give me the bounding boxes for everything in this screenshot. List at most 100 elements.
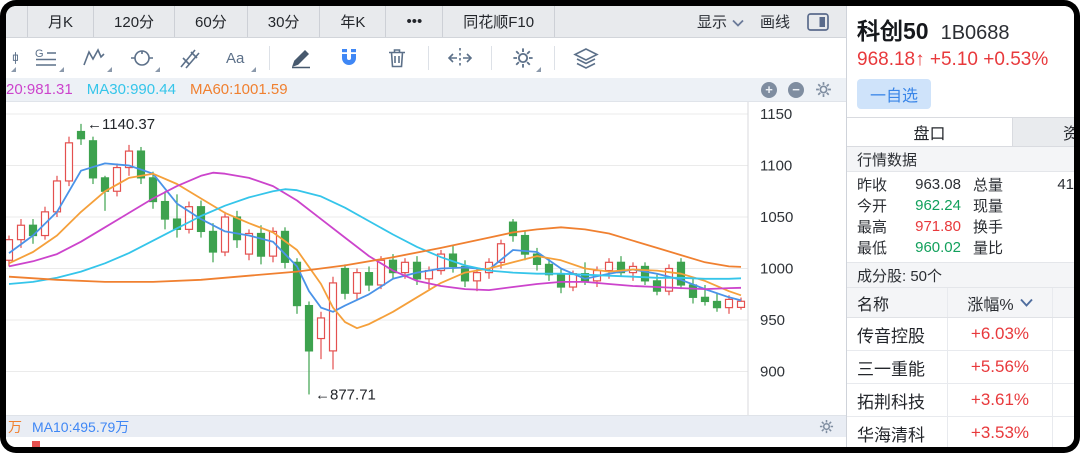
constituent-row[interactable]: 三一重能+5.56% <box>847 351 1074 384</box>
constituent-change: +3.53% <box>947 417 1052 447</box>
candle <box>690 285 697 297</box>
axis-spacing-icon[interactable] <box>439 42 481 74</box>
constituent-change: +3.61% <box>947 384 1052 416</box>
ma-line-ma60 <box>9 227 741 282</box>
chart-settings-gear-icon[interactable] <box>815 81 832 98</box>
constituent-extra-cell <box>1052 417 1074 447</box>
candle <box>294 262 301 305</box>
draw-line-button[interactable]: 画线 <box>760 11 790 32</box>
quote-label: 最高 <box>857 216 899 237</box>
quote-value: 960.02 <box>899 239 961 256</box>
candle <box>330 283 337 351</box>
constituent-change: +5.56% <box>947 351 1052 383</box>
price-annotation: ←1140.37 <box>87 116 155 133</box>
watchlist-remove-button[interactable]: 一自选 <box>857 79 931 109</box>
volume-settings-gear-icon[interactable] <box>819 419 834 434</box>
period-tabbar: 月K120分60分30分年K•••同花顺F10 显示 画线 <box>6 6 846 38</box>
pitchfork-icon[interactable] <box>169 42 211 74</box>
toolbar-divider <box>491 46 492 70</box>
candle <box>66 143 73 181</box>
text-tool-icon[interactable]: Aa <box>217 42 259 74</box>
constituent-row[interactable]: 拓荆科技+3.61% <box>847 384 1074 417</box>
quote-label: 今开 <box>857 195 899 216</box>
candle <box>366 273 373 285</box>
y-axis-tick: 1100 <box>760 158 792 175</box>
quotes-grid: 昨收963.08总量41今开962.24现量最高971.80换手最低960.02… <box>847 172 1074 263</box>
gear-icon[interactable] <box>502 42 544 74</box>
column-header-name[interactable]: 名称 <box>847 291 947 315</box>
constituent-extra-cell <box>1052 318 1074 350</box>
indicator-lines-icon[interactable]: G <box>25 42 67 74</box>
quote-row: 今开962.24现量 <box>847 195 1074 216</box>
zoom-out-button[interactable]: − <box>788 82 804 98</box>
constituent-name: 拓荆科技 <box>847 388 947 413</box>
constituent-name: 三一重能 <box>847 355 947 380</box>
candle-type-icon-partial[interactable] <box>6 42 19 74</box>
drawing-toolbar: G Aa <box>6 38 846 78</box>
column-header-change[interactable]: 涨幅% <box>947 288 1052 317</box>
toolbar-divider <box>428 46 429 70</box>
cycle-circle-icon[interactable] <box>121 42 163 74</box>
svg-text:G: G <box>35 48 44 60</box>
period-tab-30分[interactable]: 30分 <box>248 6 321 37</box>
candlestick-chart[interactable]: 1150110010501000950900←1140.37←877.71 <box>6 102 846 415</box>
constituent-name: 传音控股 <box>847 322 947 347</box>
display-dropdown[interactable]: 显示 <box>697 11 744 32</box>
trend-peaks-icon[interactable] <box>73 42 115 74</box>
constituent-extra-cell <box>1052 384 1074 416</box>
quote-row: 最低960.02 量比 <box>847 237 1074 258</box>
candle <box>6 240 13 261</box>
ma-legend: 20:981.31MA30:990.44MA60:1001.59 <box>6 81 302 98</box>
quote-label: 最低 <box>857 237 899 258</box>
panel-toggle-icon[interactable] <box>806 12 830 32</box>
sort-descending-icon <box>1020 298 1033 307</box>
period-tab-月K[interactable]: 月K <box>28 6 94 37</box>
volume-bar <box>32 441 40 447</box>
chart-column: 月K120分60分30分年K•••同花顺F10 显示 画线 G Aa 20:981… <box>6 6 846 447</box>
candle <box>114 168 121 192</box>
trash-icon[interactable] <box>376 42 418 74</box>
panel-tabs: 盘口资讯 <box>847 117 1074 147</box>
ma-line-ma10 <box>9 174 741 329</box>
volume-ma-label: MA10:495.79万 <box>32 417 129 437</box>
magnet-icon[interactable] <box>328 42 370 74</box>
constituents-table: 名称 涨幅% 传音控股+6.03%三一重能+5.56%拓荆科技+3.61%华海清… <box>847 288 1074 447</box>
period-tab-120分[interactable]: 120分 <box>94 6 175 37</box>
y-axis-tick: 1000 <box>760 261 793 278</box>
constituents-row: 成分股: 50个 <box>847 263 1074 288</box>
toolbar-divider <box>554 46 555 70</box>
period-tab-同花顺F10[interactable]: 同花顺F10 <box>443 6 555 37</box>
candle <box>18 225 25 239</box>
period-tab-年K[interactable]: 年K <box>320 6 386 37</box>
candle <box>414 262 421 278</box>
quote-label: 总量 <box>973 174 1015 195</box>
panel-tab-资讯[interactable]: 资讯 <box>1012 118 1074 146</box>
zoom-in-button[interactable]: + <box>761 82 777 98</box>
quote-label: 量比 <box>973 237 1015 258</box>
period-tab-60分[interactable]: 60分 <box>175 6 248 37</box>
constituent-change: +6.03% <box>947 318 1052 350</box>
quote-row: 昨收963.08 总量41 <box>847 174 1074 195</box>
quote-label: 昨收 <box>857 174 899 195</box>
y-axis-tick: 1050 <box>760 209 793 226</box>
candle <box>306 306 313 351</box>
candle <box>354 273 361 294</box>
layers-icon[interactable] <box>565 42 607 74</box>
period-tab-•••[interactable]: ••• <box>386 6 443 37</box>
y-axis-tick: 1150 <box>760 106 792 123</box>
candle <box>642 266 649 280</box>
panel-tab-盘口[interactable]: 盘口 <box>847 118 1012 146</box>
quote-value: 41 <box>1015 176 1074 193</box>
window-frame: 月K120分60分30分年K•••同花顺F10 显示 画线 G Aa 20:981… <box>0 0 1080 453</box>
candle <box>726 299 733 307</box>
constituent-extra-cell <box>1052 351 1074 383</box>
quote-value: 963.08 <box>899 176 961 193</box>
pencil-icon[interactable] <box>280 42 322 74</box>
volume-ma-label: 万 <box>8 417 22 437</box>
constituent-row[interactable]: 传音控股+6.03% <box>847 318 1074 351</box>
volume-pane-header: 万 MA10:495.79万 <box>6 415 846 437</box>
price-annotation: ←877.71 <box>315 386 376 403</box>
candle <box>714 301 721 307</box>
candle <box>558 275 565 287</box>
constituent-row[interactable]: 华海清科+3.53% <box>847 417 1074 447</box>
